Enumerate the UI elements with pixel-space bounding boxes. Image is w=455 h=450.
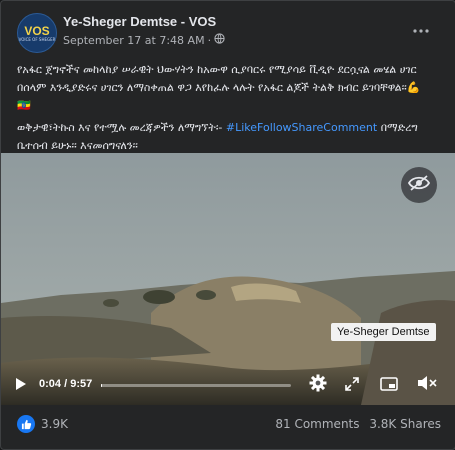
post-paragraph-2-prefix: ወቅታዊ፣ትኩስ እና የተሟሉ መረጃዎችን ለማግኘት፡- [17,121,226,134]
video-frame [1,153,455,405]
post-text: የአፋር ጀግኖችና መከላከያ ሠራዊት ህውሃትን ከአውዋ ሲያባርሩ የ… [17,61,437,159]
meta-separator: · [207,33,212,47]
fullscreen-icon [345,376,359,395]
post-header: VOS VOICE OF SHEGER Ye-Sheger Demtse - V… [17,13,437,53]
mute-button[interactable] [415,370,439,400]
globe-icon [214,33,225,47]
current-time: 0:04 [39,378,62,390]
avatar[interactable]: VOS VOICE OF SHEGER [17,13,57,53]
more-icon [413,18,429,37]
hashtag-link[interactable]: #LikeFollowShareComment [226,121,377,134]
duration: 9:57 [70,378,93,390]
post-paragraph-2: ወቅታዊ፣ትኩስ እና የተሟሉ መረጃዎችን ለማግኘት፡- #LikeFol… [17,119,437,155]
post-footer: 3.9K 81 Comments 3.8K Shares [17,413,441,437]
time-separator: / [61,378,71,390]
like-reaction-badge[interactable] [17,415,35,433]
settings-icon [309,374,327,396]
like-icon [21,415,32,434]
avatar-logo-text: VOS [24,23,50,38]
eye-icon [407,175,431,195]
fullscreen-button[interactable] [340,370,364,400]
page-name-link[interactable]: Ye-Sheger Demtse - VOS [63,14,216,29]
settings-button[interactable] [306,370,330,400]
video-controls: 0:04 / 9:57 [1,370,455,400]
play-icon [15,376,27,395]
time-display: 0:04 / 9:57 [39,378,92,390]
more-options-button[interactable] [407,17,435,37]
post-paragraph-1: የአፋር ጀግኖችና መከላከያ ሠራዊት ህውሃትን ከአውዋ ሲያባርሩ የ… [17,61,437,115]
video-player[interactable]: Ye-Sheger Demtse 0:04 / 9:57 [1,153,455,405]
video-watermark: Ye-Sheger Demtse [331,323,436,341]
picture-in-picture-button[interactable] [377,370,401,400]
share-count[interactable]: 3.8K Shares [369,417,441,431]
progress-bar[interactable] [101,384,291,387]
pip-icon [380,376,398,395]
mute-icon [417,375,437,395]
sensitive-content-button[interactable] [401,167,437,203]
play-button[interactable] [9,370,33,400]
flag-emoji: 🇪🇹 [17,99,31,112]
post-paragraph-1-text: የአፋር ጀግኖችና መከላከያ ሠራዊት ህውሃትን ከአውዋ ሲያባርሩ የ… [17,63,421,94]
progress-fill [101,384,103,387]
post-meta: September 17 at 7:48 AM · [63,33,225,47]
comment-count[interactable]: 81 Comments [275,417,359,431]
avatar-logo-subtext: VOICE OF SHEGER [18,36,56,42]
post-card: VOS VOICE OF SHEGER Ye-Sheger Demtse - V… [0,0,455,450]
post-timestamp[interactable]: September 17 at 7:48 AM [63,34,205,47]
engagement-stats: 81 Comments 3.8K Shares [269,417,441,431]
like-count[interactable]: 3.9K [41,417,68,431]
